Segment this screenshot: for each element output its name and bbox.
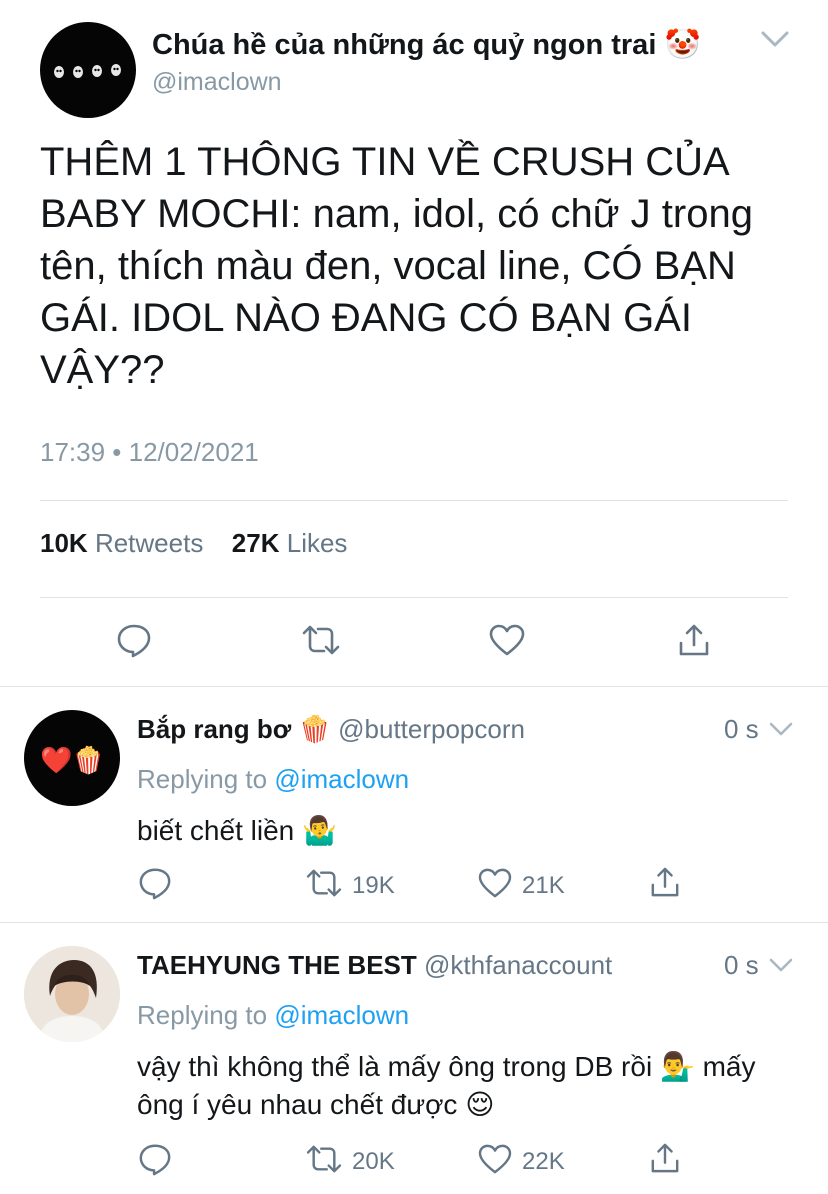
tweet-stats: 10K Retweets 27K Likes — [40, 528, 347, 559]
reply-icon[interactable] — [138, 1142, 172, 1176]
replying-to-label: Replying to — [137, 764, 268, 794]
like-count: 21K — [522, 872, 565, 899]
replying-to-label: Replying to — [137, 1000, 268, 1030]
author-name-text: Chúa hề của những ác quỷ ngon trai — [152, 29, 657, 61]
retweet-count: 20K — [352, 1148, 395, 1175]
retweets-label[interactable]: Retweets — [95, 528, 203, 558]
mention-link[interactable]: @imaclown — [274, 764, 409, 794]
chevron-down-icon[interactable] — [768, 956, 794, 974]
reply-author[interactable]: TAEHYUNG THE BEST @kthfanaccount — [137, 950, 612, 981]
chevron-down-icon[interactable] — [768, 720, 794, 738]
retweet-count: 19K — [352, 872, 395, 899]
retweet-icon[interactable] — [306, 868, 342, 898]
tweet-text: THÊM 1 THÔNG TIN VỀ CRUSH CỦA BABY MOCHI… — [40, 140, 753, 392]
popcorn-emoji: 🍿 — [298, 714, 331, 744]
likes-label[interactable]: Likes — [287, 528, 348, 558]
like-icon[interactable] — [478, 1144, 512, 1174]
like-icon[interactable] — [489, 624, 525, 656]
reply-author[interactable]: Bắp rang bơ 🍿 @butterpopcorn — [137, 714, 525, 745]
likes-count[interactable]: 27K — [232, 528, 280, 558]
like-icon[interactable] — [478, 868, 512, 898]
replying-to: Replying to @imaclown — [137, 1000, 409, 1031]
reply-time[interactable]: 0 s — [724, 950, 759, 981]
author-handle[interactable]: @imaclown — [152, 68, 282, 97]
reply-icon[interactable] — [138, 866, 172, 900]
reply-avatar[interactable] — [24, 946, 120, 1042]
reply-display-name: TAEHYUNG THE BEST — [137, 950, 417, 980]
avatar-emojis: ❤️🍿 — [40, 746, 105, 776]
divider — [0, 922, 828, 923]
author-avatar[interactable] — [40, 22, 136, 118]
skulls-icon — [54, 64, 121, 78]
reply-text: biết chết liền 🤷‍♂️ — [137, 815, 337, 846]
replying-to: Replying to @imaclown — [137, 764, 409, 795]
reply-avatar[interactable]: ❤️🍿 — [24, 710, 120, 806]
share-icon[interactable] — [678, 623, 710, 657]
reply-text: vậy thì không thể là mấy ông trong DB rồ… — [137, 1051, 756, 1120]
reply-display-name: Bắp rang bơ — [137, 714, 292, 744]
clown-emoji: 🤡 — [664, 29, 701, 61]
reply-handle: @butterpopcorn — [338, 714, 525, 744]
person-photo-icon — [24, 946, 120, 1042]
reply-icon[interactable] — [116, 622, 152, 658]
retweets-count[interactable]: 10K — [40, 528, 88, 558]
like-count: 22K — [522, 1148, 565, 1175]
divider — [40, 597, 788, 598]
share-icon[interactable] — [650, 866, 680, 898]
divider — [40, 500, 788, 501]
chevron-down-icon[interactable] — [760, 28, 790, 50]
mention-link[interactable]: @imaclown — [274, 1000, 409, 1030]
reply-time[interactable]: 0 s — [724, 714, 759, 745]
share-icon[interactable] — [650, 1142, 680, 1174]
tweet-timestamp[interactable]: 17:39 • 12/02/2021 — [40, 437, 259, 468]
retweet-icon[interactable] — [306, 1144, 342, 1174]
author-display-name[interactable]: Chúa hề của những ác quỷ ngon trai 🤡 — [152, 28, 701, 62]
retweet-icon[interactable] — [302, 624, 340, 656]
reply-handle: @kthfanaccount — [424, 950, 613, 980]
divider — [0, 686, 828, 687]
